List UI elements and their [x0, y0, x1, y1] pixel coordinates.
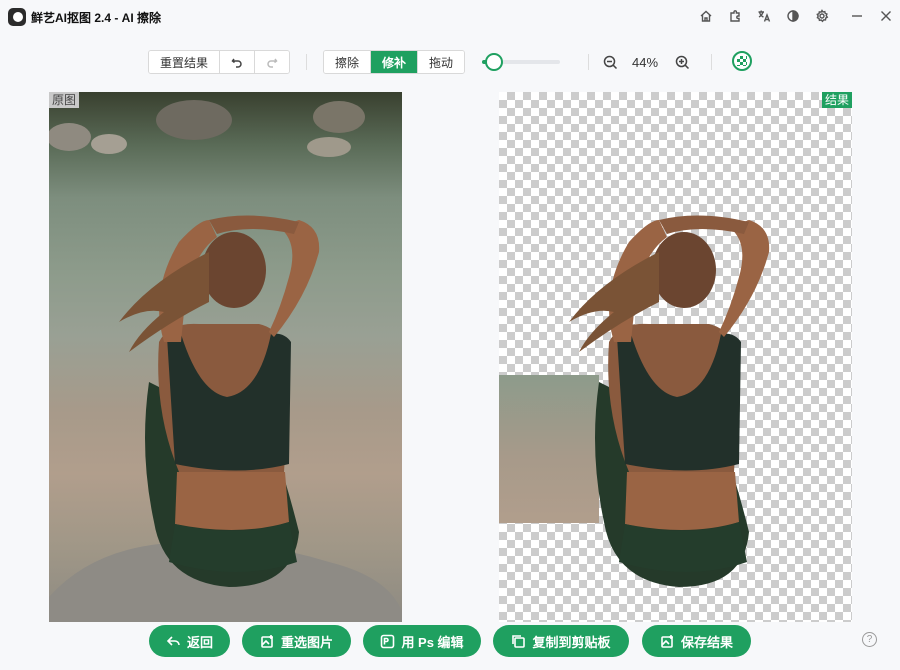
mode-drag-button[interactable]: 拖动: [418, 51, 464, 73]
zoom-level: 44%: [632, 55, 659, 70]
toolbar-divider: [306, 54, 307, 70]
zoom-in-button[interactable]: [673, 53, 691, 71]
close-icon[interactable]: [871, 4, 900, 28]
home-icon[interactable]: [691, 4, 720, 28]
translate-icon[interactable]: [749, 4, 778, 28]
toolbar-divider: [711, 54, 712, 70]
ps-icon: [381, 634, 395, 648]
redo-button[interactable]: [255, 51, 289, 73]
mode-erase-button[interactable]: 擦除: [324, 51, 371, 73]
editor-toolbar: 重置结果 擦除 修补 拖动 44%: [0, 50, 900, 74]
back-button[interactable]: 返回: [149, 625, 230, 657]
original-image-panel[interactable]: 原图: [49, 92, 402, 622]
edit-in-ps-button[interactable]: 用 Ps 编辑: [363, 625, 481, 657]
image-add-icon: [261, 634, 273, 648]
toolbar-divider: [588, 54, 589, 70]
mode-repair-button[interactable]: 修补: [371, 51, 418, 73]
result-tag: 结果: [821, 92, 852, 108]
undo-icon: [231, 58, 242, 68]
title-bar: 鲜艺AI抠图 2.4 - AI 擦除: [0, 0, 900, 32]
app-logo: [8, 8, 26, 26]
back-arrow-icon: [166, 635, 180, 646]
reset-button[interactable]: 重置结果: [149, 51, 220, 73]
mode-group: 擦除 修补 拖动: [323, 50, 465, 74]
copy-icon: [512, 634, 526, 648]
help-icon[interactable]: ?: [862, 632, 877, 647]
gear-icon[interactable]: [807, 4, 836, 28]
save-button-label: 保存结果: [680, 634, 733, 650]
transparency-toggle-button[interactable]: [732, 51, 752, 71]
action-bar: 返回 重选图片 用 Ps 编辑 复制到剪贴板 保存结果: [0, 625, 900, 657]
history-group: 重置结果: [148, 50, 290, 74]
window-controls: [691, 4, 900, 28]
minimize-icon[interactable]: [842, 4, 871, 28]
slider-thumb[interactable]: [484, 53, 503, 71]
copy-button-label: 复制到剪贴板: [532, 634, 611, 650]
contrast-icon[interactable]: [778, 4, 807, 28]
puzzle-icon[interactable]: [720, 4, 749, 28]
save-result-button[interactable]: 保存结果: [642, 625, 751, 657]
image-save-icon: [661, 634, 673, 648]
zoom-out-icon: [603, 55, 617, 69]
reselect-image-button[interactable]: 重选图片: [242, 625, 351, 657]
reselect-button-label: 重选图片: [280, 634, 333, 650]
redo-icon: [267, 58, 278, 68]
zoom-out-button[interactable]: [601, 53, 619, 71]
brush-size-slider[interactable]: [482, 53, 560, 71]
zoom-in-icon: [675, 55, 689, 69]
original-tag: 原图: [49, 92, 80, 108]
result-image-panel[interactable]: 结果: [499, 92, 852, 622]
copy-to-clipboard-button[interactable]: 复制到剪贴板: [493, 625, 629, 657]
back-button-label: 返回: [186, 634, 213, 650]
undo-button[interactable]: [220, 51, 255, 73]
ps-button-label: 用 Ps 编辑: [401, 634, 464, 650]
app-title: 鲜艺AI抠图 2.4 - AI 擦除: [31, 11, 162, 25]
